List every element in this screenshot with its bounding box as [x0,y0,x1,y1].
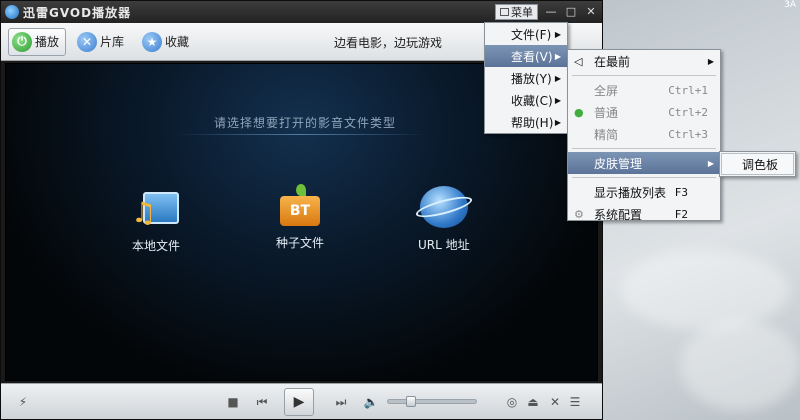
menu-separator [572,148,716,149]
next-icon[interactable]: ⏭ [333,394,349,410]
palette-label: 调色板 [742,157,779,172]
playlist-shortcut: F3 [674,185,688,199]
gear-icon: ⚙ [574,207,584,221]
power-play-icon: ⏻ [12,31,32,52]
menu-separator [572,75,716,76]
bt-torrent-icon: BT [278,184,322,226]
app-logo-icon [5,5,19,19]
shuffle-icon[interactable]: ✕ [547,394,563,410]
close-button[interactable]: ✕ [584,5,598,19]
torrent-file-label: 种子文件 [276,236,325,250]
choose-file-type-prompt: 请选择想要打开的影音文件类型 [214,116,397,130]
star-icon: ★ [142,31,163,52]
main-menu-dropdown: 文件(F) ▶ 查看(V) ▶ 播放(Y) ▶ 收藏(C) ▶ 帮助(H) ▶ [484,22,568,134]
menu-item-favorites[interactable]: 收藏(C) ▶ [485,89,567,111]
play-button[interactable]: ▶ [284,388,314,416]
menu-item-view[interactable]: 查看(V) ▶ [485,45,567,67]
globe-icon [413,186,474,228]
compact-label: 精简 [594,127,619,142]
maximize-button[interactable]: □ [564,5,578,19]
previous-icon[interactable]: ⏮ [254,394,270,410]
desktop-cloud [680,320,800,410]
minimize-button[interactable]: — [544,5,558,19]
settings-shortcut: F2 [674,207,688,221]
menu-item-favorites-label: 收藏(C) [511,93,553,108]
open-url-option[interactable]: URL 地址 [413,186,474,253]
open-torrent-file-option[interactable]: BT 种子文件 [276,184,324,251]
library-tab-button[interactable]: ✕ 片库 [73,28,131,56]
play-icon: ▶ [293,394,305,410]
chevron-right-icon: ▶ [554,51,561,61]
control-bar: ⚡ ■ ⏮ ▶ ⏭ 🔈 ◎ ⏏ ✕ ☰ [1,383,602,419]
menu-item-always-on-top[interactable]: ◁ 在最前 ▶ [568,50,720,72]
app-title: 迅雷GVOD播放器 [23,5,132,20]
menu-item-file[interactable]: 文件(F) ▶ [485,23,567,45]
fullscreen-shortcut: Ctrl+1 [668,83,708,97]
corner-label: 3A [784,0,796,10]
local-file-icon: ♫ [131,189,181,229]
eject-icon[interactable]: ⏏ [525,394,541,410]
volume-slider[interactable] [387,396,477,407]
chevron-right-icon: ▶ [554,29,561,39]
lightning-icon[interactable]: ⚡ [15,394,31,410]
menu-item-view-label: 查看(V) [511,49,553,64]
chevron-right-icon: ▶ [554,95,561,105]
favorites-tab-label: 收藏 [165,35,190,49]
menu-item-fullscreen[interactable]: 全屏 Ctrl+1 [568,79,720,101]
playlist-icon[interactable]: ☰ [567,394,583,410]
skin-label: 皮肤管理 [594,156,643,171]
chevron-right-icon: ▶ [707,56,714,66]
normal-label: 普通 [594,105,619,120]
menu-icon [500,8,509,16]
screenshot-icon[interactable]: ◎ [504,394,520,410]
settings-label: 系统配置 [594,207,643,222]
play-tab-button[interactable]: ⏻ 播放 [8,27,67,56]
desktop-cloud [620,250,790,330]
play-tab-label: 播放 [35,35,60,49]
main-menu-button[interactable]: 菜单 [495,4,538,20]
menu-item-skin[interactable]: 皮肤管理 ▶ [568,152,720,174]
menu-item-help[interactable]: 帮助(H) ▶ [485,111,567,133]
volume-icon[interactable]: 🔈 [363,394,379,410]
menu-item-file-label: 文件(F) [511,27,552,42]
view-submenu: ◁ 在最前 ▶ 全屏 Ctrl+1 ● 普通 Ctrl+2 精简 Ctrl+3 皮… [567,49,721,222]
chevron-right-icon: ▶ [554,73,561,83]
always-on-top-label: 在最前 [594,54,631,69]
open-local-file-option[interactable]: ♫ 本地文件 [131,189,181,254]
slogan-text: 边看电影，边玩游戏 [334,36,443,50]
menu-item-normal[interactable]: ● 普通 Ctrl+2 [568,101,720,123]
main-menu-label: 菜单 [511,6,533,19]
selected-dot-icon: ● [574,105,584,119]
volume-knob[interactable] [406,396,416,407]
divider-glow [176,134,426,135]
chevron-right-icon: ▶ [554,117,561,127]
favorites-tab-button[interactable]: ★ 收藏 [138,28,196,56]
playlist-label: 显示播放列表 [594,185,667,200]
title-bar[interactable]: 迅雷GVOD播放器 菜单 — □ ✕ [1,1,602,23]
menu-item-compact[interactable]: 精简 Ctrl+3 [568,123,720,145]
pin-icon: ◁ [574,54,583,68]
menu-item-play[interactable]: 播放(Y) ▶ [485,67,567,89]
compact-shortcut: Ctrl+3 [668,127,708,141]
stop-icon[interactable]: ■ [225,394,241,410]
skin-submenu: 调色板 [719,151,796,177]
library-icon: ✕ [77,31,98,52]
menu-item-help-label: 帮助(H) [511,115,554,130]
fullscreen-label: 全屏 [594,83,619,98]
menu-separator [572,177,716,178]
menu-item-play-label: 播放(Y) [511,71,552,86]
url-label: URL 地址 [418,238,470,252]
local-file-label: 本地文件 [131,239,180,253]
library-tab-label: 片库 [100,35,125,49]
menu-item-playlist[interactable]: 显示播放列表 F3 [568,181,720,203]
chevron-right-icon: ▶ [707,158,714,168]
bt-badge: BT [280,196,320,226]
menu-item-settings[interactable]: ⚙ 系统配置 F2 [568,203,720,225]
menu-item-palette[interactable]: 调色板 [721,153,794,175]
normal-shortcut: Ctrl+2 [668,105,708,119]
